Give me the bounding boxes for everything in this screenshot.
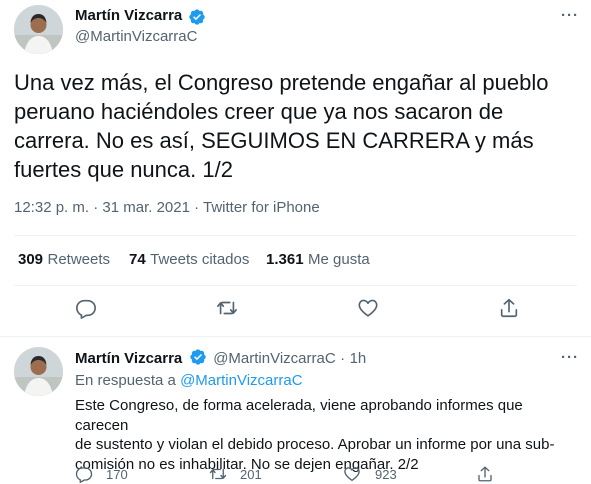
reply-more-icon[interactable]: ··· (561, 349, 579, 366)
likes-stat[interactable]: 1.361 Me gusta (266, 251, 370, 269)
share-icon[interactable] (476, 465, 494, 483)
likes-count: 1.361 (266, 251, 304, 268)
tweet-text-line: carrera. No es así, SEGUIMOS EN CARRERA … (14, 128, 534, 153)
reply-author-name[interactable]: Martín Vizcarra (75, 350, 182, 367)
retweets-count: 309 (18, 251, 44, 268)
avatar[interactable] (14, 5, 63, 54)
reply-icon[interactable] (75, 465, 93, 483)
retweet-count: 201 (240, 467, 262, 482)
time-separator: · (340, 350, 346, 367)
reply-author-handle[interactable]: @MartinVizcarraC (213, 350, 335, 367)
tweet-text-line: Una vez más, el Congreso pretende engaña… (14, 70, 549, 95)
reply-time[interactable]: 1h (350, 350, 367, 367)
reply-text-line: comisión no es inhabilitar. No se dejen … (75, 455, 419, 473)
replying-to: En respuesta a @MartinVizcarraC (75, 372, 303, 389)
reply-text-line: Este Congreso, de forma acelerada, viene… (75, 397, 523, 434)
divider (14, 285, 577, 286)
likes-label: Me gusta (308, 251, 370, 268)
verified-badge-icon (189, 9, 205, 25)
tweet-timestamp[interactable]: 12:32 p. m. · 31 mar. 2021 · Twitter for… (14, 199, 320, 216)
reply-text-line: de sustento y violan el debido proceso. … (75, 436, 555, 453)
author-name[interactable]: Martín Vizcarra (75, 7, 182, 24)
retweet-icon[interactable] (209, 465, 227, 483)
retweets-stat[interactable]: 309 Retweets (18, 251, 110, 269)
reply-text: Este Congreso, de forma acelerada, viene… (75, 396, 575, 474)
verified-badge-icon (190, 349, 206, 365)
reply-header: Martín Vizcarra @MartinVizcarraC · 1h (75, 348, 366, 368)
tweet-text: Una vez más, el Congreso pretende engaña… (14, 68, 574, 184)
reply-count: 170 (106, 467, 128, 482)
avatar-image (14, 347, 63, 396)
like-icon[interactable] (343, 465, 361, 483)
quotes-count: 74 (129, 251, 146, 268)
reply-icon[interactable] (75, 297, 97, 319)
like-icon[interactable] (357, 297, 379, 319)
retweets-label: Retweets (47, 251, 111, 268)
quotes-stat[interactable]: 74 Tweets citados (129, 251, 249, 269)
author-handle[interactable]: @MartinVizcarraC (75, 28, 197, 45)
like-count: 923 (375, 467, 397, 482)
share-icon[interactable] (498, 297, 520, 319)
quotes-label: Tweets citados (150, 251, 250, 268)
tweet-text-line: fuertes que nunca. 1/2 (14, 157, 233, 182)
divider (0, 336, 591, 337)
retweet-icon[interactable] (216, 297, 238, 319)
more-icon[interactable]: ··· (561, 7, 579, 24)
divider (14, 235, 577, 236)
tweet-text-line: peruano haciéndoles creer que ya nos sac… (14, 99, 504, 124)
replying-prefix: En respuesta a (75, 372, 176, 389)
avatar-image (14, 5, 63, 54)
replying-handle-link[interactable]: @MartinVizcarraC (180, 372, 302, 389)
reply-avatar[interactable] (14, 347, 63, 396)
